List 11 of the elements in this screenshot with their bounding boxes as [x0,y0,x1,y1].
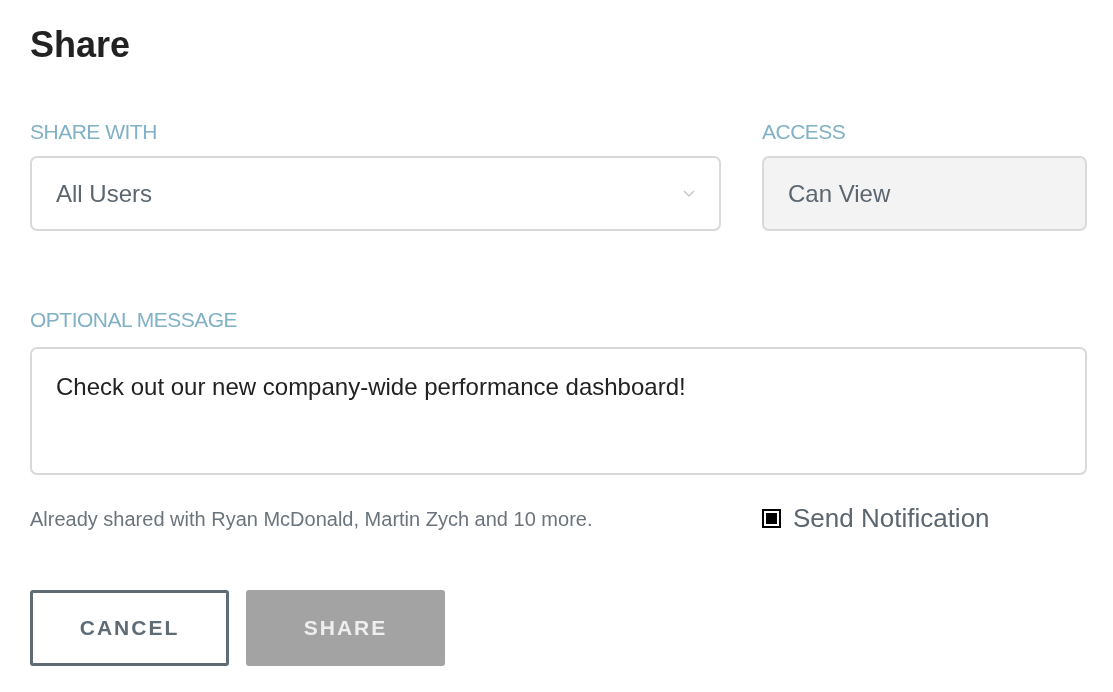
checkbox-label: Send Notification [793,502,990,535]
field-label: OPTIONAL MESSAGE [30,309,239,330]
checkbox[interactable] [762,509,781,528]
dialog-title: Share [30,27,132,63]
message-field[interactable]: Check out our new company-wide performance dashboard! [30,347,1087,475]
chevron-down-icon [683,189,695,198]
shared-with-text: Already shared with Ryan McDonald, Martin Zych and 10 more. [30,506,594,532]
field-label: SHARE WITH [30,121,158,142]
field-label: ACCESS [762,121,847,142]
cancel-button[interactable]: CANCEL [30,590,229,666]
share-with-select[interactable]: All Users [30,156,721,231]
